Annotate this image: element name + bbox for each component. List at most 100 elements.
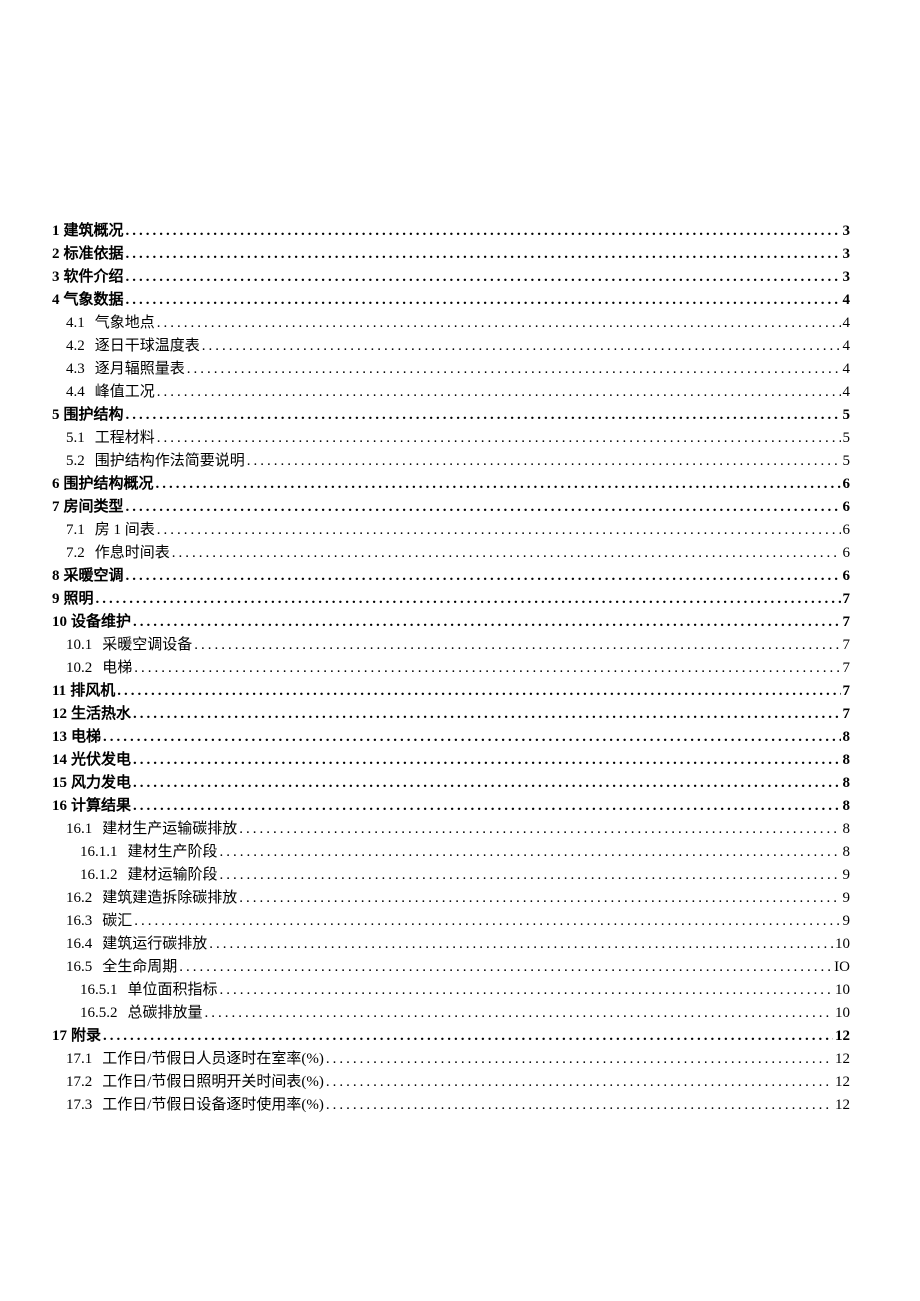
toc-entry[interactable]: 4.2逐日干球温度表4 — [52, 335, 850, 358]
toc-entry[interactable]: 17.3 工作日/节假日设备逐时使用率(%) 12 — [52, 1094, 850, 1117]
toc-entry-title: 采暖空调设备 — [102, 634, 192, 657]
toc-entry[interactable]: 16.1建材生产运输碳排放8 — [52, 818, 850, 841]
toc-entry-title: 单位面积指标 — [128, 979, 218, 1002]
toc-entry[interactable]: 10设备维护 7 — [52, 611, 850, 634]
toc-dot-leader — [239, 818, 840, 833]
toc-entry[interactable]: 15风力发电8 — [52, 772, 850, 795]
toc-dot-leader — [326, 1071, 833, 1086]
toc-entry-number: 4 — [52, 289, 60, 312]
toc-entry-number: 1 — [52, 220, 60, 243]
toc-entry-title: 建筑运行碳排放 — [102, 933, 207, 956]
toc-entry[interactable]: 16计算结果8 — [52, 795, 850, 818]
toc-entry-page: 9 — [843, 864, 851, 887]
toc-entry-page: 10 — [835, 1002, 850, 1025]
toc-entry[interactable]: 11排风机7 — [52, 680, 850, 703]
toc-entry-number: 16.5.2 — [80, 1002, 118, 1025]
toc-entry-page: 7 — [843, 588, 851, 611]
toc-entry-page: 12 — [835, 1094, 850, 1117]
toc-entry[interactable]: 17.1工作日/节假日人员逐时在室率(%)12 — [52, 1048, 850, 1071]
toc-dot-leader — [126, 266, 841, 281]
toc-entry-title: 气象数据 — [64, 289, 124, 312]
toc-entry[interactable]: 6围护结构概况6 — [52, 473, 850, 496]
toc-entry[interactable]: 16.1.1建材生产阶段8 — [52, 841, 850, 864]
toc-entry-title: 工作日/节假日设备逐时使用率(%) — [102, 1094, 324, 1117]
toc-entry[interactable]: 1建筑概况3 — [52, 220, 850, 243]
toc-entry-page: 5 — [843, 450, 851, 473]
toc-entry[interactable]: 16.1.2建材运输阶段9 — [52, 864, 850, 887]
toc-entry-page: 12 — [835, 1025, 850, 1048]
toc-dot-leader — [157, 312, 841, 327]
toc-entry-page: 6 — [843, 565, 851, 588]
toc-dot-leader — [209, 933, 833, 948]
toc-entry[interactable]: 12生活热水7 — [52, 703, 850, 726]
toc-entry[interactable]: 16.5.2 总碳排放量 10 — [52, 1002, 850, 1025]
toc-entry[interactable]: 17附录12 — [52, 1025, 850, 1048]
toc-entry-number: 5.2 — [66, 450, 85, 473]
toc-entry-page: 5 — [843, 427, 851, 450]
toc-entry[interactable]: 13电梯 8 — [52, 726, 850, 749]
toc-entry-number: 8 — [52, 565, 60, 588]
toc-dot-leader — [126, 404, 841, 419]
toc-entry[interactable]: 5.1工程材料5 — [52, 427, 850, 450]
toc-entry[interactable]: 16.5.1单位面积指标10 — [52, 979, 850, 1002]
toc-entry[interactable]: 7房间类型6 — [52, 496, 850, 519]
toc-entry-number: 16.3 — [66, 910, 92, 933]
toc-entry[interactable]: 4.3逐月辐照量表4 — [52, 358, 850, 381]
toc-dot-leader — [239, 887, 840, 902]
toc-entry-page: 4 — [843, 312, 851, 335]
toc-entry[interactable]: 16.5全生命周期IO — [52, 956, 850, 979]
toc-entry[interactable]: 7.1房 1 间表6 — [52, 519, 850, 542]
toc-entry-title: 碳汇 — [102, 910, 132, 933]
toc-entry[interactable]: 5.2围护结构作法简要说明5 — [52, 450, 850, 473]
toc-entry-number: 4.1 — [66, 312, 85, 335]
toc-entry-page: 5 — [843, 404, 851, 427]
toc-entry[interactable]: 2标准依据3 — [52, 243, 850, 266]
toc-entry-page: 6 — [843, 496, 851, 519]
toc-entry-page: 4 — [843, 289, 851, 312]
toc-entry[interactable]: 4气象数据4 — [52, 289, 850, 312]
toc-entry-title: 光伏发电 — [71, 749, 131, 772]
toc-entry-page: 8 — [843, 726, 851, 749]
toc-entry-page: 3 — [843, 243, 851, 266]
toc-entry-number: 5 — [52, 404, 60, 427]
toc-entry-number: 13 — [52, 726, 67, 749]
toc-dot-leader — [326, 1094, 833, 1109]
toc-entry-number: 4.3 — [66, 358, 85, 381]
toc-entry-number: 5.1 — [66, 427, 85, 450]
toc-dot-leader — [172, 542, 841, 557]
toc-entry[interactable]: 10.1采暖空调设备7 — [52, 634, 850, 657]
toc-entry[interactable]: 7.2作息时间表6 — [52, 542, 850, 565]
toc-entry-page: 8 — [843, 841, 851, 864]
toc-entry[interactable]: 16.4建筑运行碳排放10 — [52, 933, 850, 956]
toc-entry[interactable]: 4.1气象地点4 — [52, 312, 850, 335]
toc-entry-number: 17.3 — [66, 1094, 92, 1117]
toc-entry-number: 14 — [52, 749, 67, 772]
toc-entry-number: 17 — [52, 1025, 67, 1048]
toc-entry-title: 房间类型 — [64, 496, 124, 519]
toc-entry[interactable]: 10.2电梯7 — [52, 657, 850, 680]
toc-entry[interactable]: 14光伏发电 8 — [52, 749, 850, 772]
toc-dot-leader — [134, 910, 840, 925]
toc-entry[interactable]: 9照明7 — [52, 588, 850, 611]
toc-entry-page: 8 — [843, 749, 851, 772]
toc-entry[interactable]: 8采暖空调6 — [52, 565, 850, 588]
toc-entry-title: 围护结构 — [64, 404, 124, 427]
toc-entry-number: 10 — [52, 611, 67, 634]
toc-entry[interactable]: 17.2工作日/节假日照明开关时间表(%)12 — [52, 1071, 850, 1094]
toc-entry-page: 7 — [843, 611, 851, 634]
toc-entry-title: 总碳排放量 — [128, 1002, 203, 1025]
toc-entry[interactable]: 3软件介绍3 — [52, 266, 850, 289]
toc-entry-number: 16.5.1 — [80, 979, 118, 1002]
toc-entry[interactable]: 16.3碳汇9 — [52, 910, 850, 933]
toc-entry[interactable]: 4.4峰值工况4 — [52, 381, 850, 404]
toc-dot-leader — [103, 1025, 833, 1040]
toc-entry[interactable]: 16.2建筑建造拆除碳排放9 — [52, 887, 850, 910]
toc-entry-title: 建材运输阶段 — [128, 864, 218, 887]
toc-entry-number: 4.2 — [66, 335, 85, 358]
toc-entry[interactable]: 5围护结构5 — [52, 404, 850, 427]
toc-entry-page: 7 — [843, 657, 851, 680]
toc-entry-page: 6 — [843, 473, 851, 496]
toc-entry-title: 设备维护 — [71, 611, 131, 634]
toc-entry-page: 12 — [835, 1048, 850, 1071]
toc-entry-title: 电梯 — [71, 726, 101, 749]
